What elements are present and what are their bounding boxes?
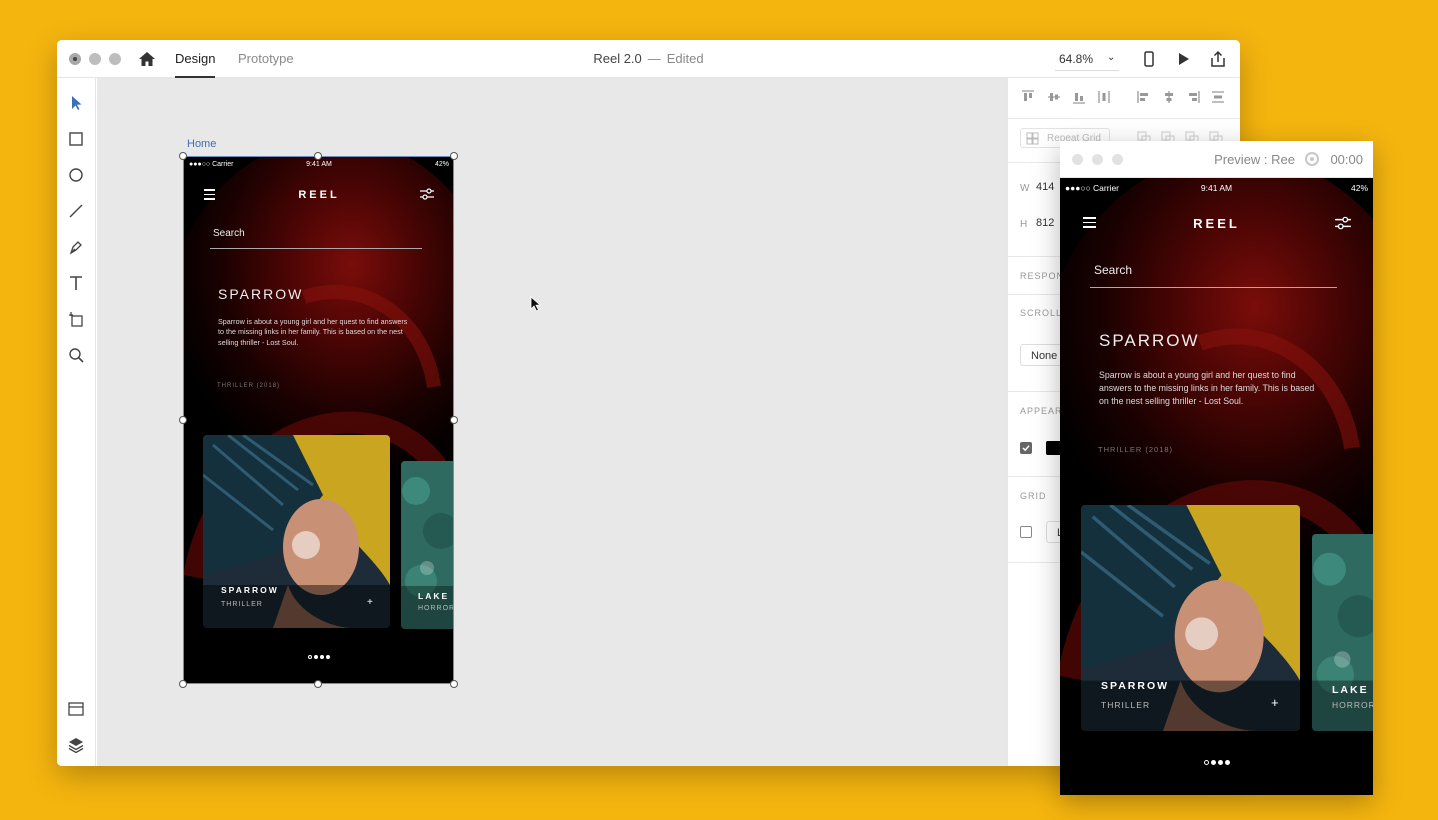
fill-checkbox[interactable] bbox=[1020, 442, 1032, 454]
preview-title-bar: Preview : Ree 00:00 bbox=[1060, 141, 1373, 178]
share-icon[interactable] bbox=[1209, 50, 1227, 68]
card-title: SPARROW bbox=[1101, 680, 1170, 692]
app-brand: REEL bbox=[1193, 216, 1240, 231]
assets-panel-icon[interactable] bbox=[67, 700, 85, 718]
selection-outline bbox=[183, 156, 454, 684]
distribute-vertical-icon[interactable] bbox=[1096, 89, 1112, 105]
tools-panel bbox=[57, 78, 96, 766]
movie-description: Sparrow is about a young girl and her qu… bbox=[1099, 370, 1315, 406]
resize-handle-bottom[interactable] bbox=[314, 680, 322, 688]
width-label: W bbox=[1020, 183, 1030, 194]
title-bar: Design Prototype Reel 2.0— Edited 64.8% ⌄ bbox=[57, 40, 1240, 78]
battery-label: 42% bbox=[1350, 183, 1368, 193]
pen-tool-icon[interactable] bbox=[67, 238, 85, 256]
page-indicator bbox=[1060, 752, 1373, 770]
document-name: Reel 2.0 bbox=[593, 51, 642, 66]
distribute-horizontal-icon[interactable] bbox=[1210, 89, 1226, 105]
scrolling-select-value: None bbox=[1031, 350, 1058, 362]
pager-dot[interactable] bbox=[1210, 760, 1216, 765]
movie-title: SPARROW bbox=[1099, 331, 1200, 350]
preview-screen[interactable]: ●●●○○ Carrier 9:41 AM 42% REEL Search SP… bbox=[1060, 178, 1373, 795]
width-value[interactable]: 414 bbox=[1036, 181, 1054, 193]
device-preview-icon[interactable] bbox=[1140, 50, 1158, 68]
ellipse-tool-icon[interactable] bbox=[67, 166, 85, 184]
divider bbox=[1008, 118, 1240, 119]
rectangle-tool-icon[interactable] bbox=[67, 130, 85, 148]
grid-heading: GRID bbox=[1020, 491, 1047, 501]
card-title: LAKE bbox=[1332, 684, 1369, 696]
mouse-cursor-icon bbox=[530, 296, 541, 312]
add-icon[interactable]: + bbox=[1271, 695, 1279, 710]
align-center-icon[interactable] bbox=[1161, 89, 1177, 105]
movie-genre: THRILLER (2018) bbox=[1098, 445, 1174, 454]
select-tool-icon[interactable] bbox=[67, 94, 85, 112]
pager-dot[interactable] bbox=[1203, 760, 1209, 765]
search-placeholder: Search bbox=[1094, 263, 1133, 277]
zoom-level[interactable]: 64.8% bbox=[1059, 52, 1093, 66]
align-right-icon[interactable] bbox=[1185, 89, 1201, 105]
preview-close-button[interactable] bbox=[1072, 154, 1083, 165]
zoom-tool-icon[interactable] bbox=[67, 346, 85, 364]
preview-title: Preview : Ree bbox=[1214, 152, 1295, 167]
movie-card-lake[interactable]: LAKE HORROR bbox=[1312, 534, 1373, 731]
title-separator: — bbox=[647, 51, 661, 66]
card-subtitle: HORROR bbox=[1332, 700, 1373, 710]
artboard-label[interactable]: Home bbox=[187, 138, 216, 150]
resize-handle-left[interactable] bbox=[179, 416, 187, 424]
record-icon[interactable] bbox=[1305, 152, 1319, 166]
pager-dot[interactable] bbox=[1217, 760, 1223, 765]
sparrow-poster-image bbox=[1081, 505, 1300, 731]
align-left-icon[interactable] bbox=[1136, 89, 1152, 105]
artboard-tool-icon[interactable] bbox=[67, 310, 85, 328]
checkmark-icon bbox=[1022, 445, 1030, 452]
status-bar: ●●●○○ Carrier 9:41 AM 42% bbox=[1060, 178, 1373, 198]
resize-handle-bottom-left[interactable] bbox=[179, 680, 187, 688]
layers-panel-icon[interactable] bbox=[67, 736, 85, 754]
grid-checkbox[interactable] bbox=[1020, 526, 1032, 538]
movie-card-sparrow[interactable]: SPARROW THRILLER + bbox=[1081, 505, 1300, 731]
document-status: Edited bbox=[666, 51, 704, 66]
resize-handle-right[interactable] bbox=[450, 416, 458, 424]
resize-handle-bottom-right[interactable] bbox=[450, 680, 458, 688]
card-subtitle: THRILLER bbox=[1101, 700, 1151, 710]
align-bottom-icon[interactable] bbox=[1071, 89, 1087, 105]
preview-maximize-button[interactable] bbox=[1112, 154, 1123, 165]
line-tool-icon[interactable] bbox=[67, 202, 85, 220]
search-field[interactable]: Search bbox=[1090, 258, 1337, 288]
play-icon[interactable] bbox=[1174, 50, 1192, 68]
chevron-down-icon[interactable]: ⌄ bbox=[1107, 52, 1115, 63]
align-top-icon[interactable] bbox=[1020, 89, 1036, 105]
recording-time: 00:00 bbox=[1330, 152, 1363, 167]
text-tool-icon[interactable] bbox=[67, 274, 85, 292]
preview-minimize-button[interactable] bbox=[1092, 154, 1103, 165]
repeat-grid-icon bbox=[1026, 132, 1039, 145]
height-value[interactable]: 812 bbox=[1036, 217, 1054, 229]
height-label: H bbox=[1020, 219, 1028, 230]
resize-handle-top-left[interactable] bbox=[179, 152, 187, 160]
pager-dot[interactable] bbox=[1224, 760, 1230, 765]
resize-handle-top[interactable] bbox=[314, 152, 322, 160]
filter-icon[interactable] bbox=[1334, 215, 1352, 231]
preview-window: Preview : Ree 00:00 ●●●○○ Carrier 9:41 A… bbox=[1060, 141, 1373, 795]
clock-label: 9:41 AM bbox=[1200, 183, 1233, 193]
zoom-underline bbox=[1055, 70, 1119, 71]
resize-handle-top-right[interactable] bbox=[450, 152, 458, 160]
align-middle-icon[interactable] bbox=[1046, 89, 1062, 105]
